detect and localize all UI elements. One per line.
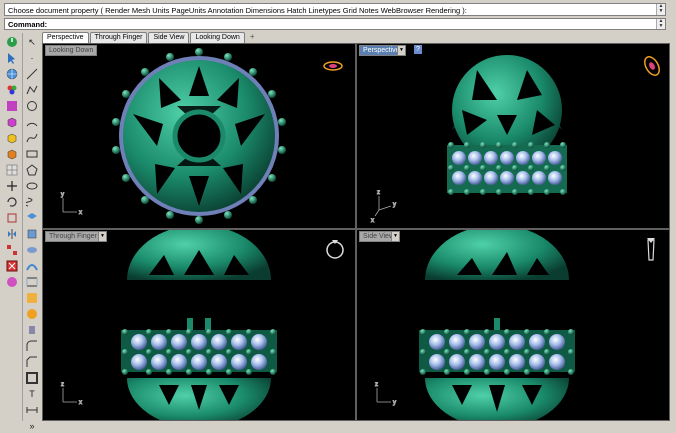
tab-looking-down[interactable]: Looking Down — [190, 32, 245, 43]
viewport-side-view[interactable]: Side View ▼ z y — [356, 229, 670, 421]
dot-icon[interactable]: · — [25, 51, 39, 65]
extrude-icon[interactable] — [25, 227, 39, 241]
line-icon[interactable] — [25, 67, 39, 81]
tab-side-view[interactable]: Side View — [148, 32, 190, 43]
axis-y-label: y — [393, 400, 396, 406]
more-icon[interactable]: » — [25, 419, 39, 433]
box-magenta-icon[interactable] — [5, 99, 19, 113]
cube-yellow-icon[interactable] — [5, 131, 19, 145]
axis-x-label: x — [371, 218, 374, 224]
model-side-view: z y — [375, 230, 655, 420]
loft-icon[interactable] — [25, 275, 39, 289]
axis-z-label: z — [61, 382, 64, 388]
solid-icon[interactable] — [25, 291, 39, 305]
arrow-icon[interactable]: ↖ — [25, 35, 39, 49]
boolean-icon[interactable] — [5, 259, 19, 273]
helix-icon[interactable] — [25, 195, 39, 209]
array-icon[interactable] — [5, 243, 19, 257]
cube-icon[interactable] — [5, 115, 19, 129]
command-scrollbar[interactable]: ▲ ▼ — [656, 19, 665, 29]
axis-x-label: x — [79, 210, 82, 216]
model-top-view: y x — [61, 48, 343, 224]
secondary-toolbar: ↖ · T » — [23, 33, 41, 431]
ellipse-icon[interactable] — [25, 179, 39, 193]
axis-z-label: z — [375, 382, 378, 388]
ring-preview-icon — [644, 56, 660, 76]
text-icon[interactable]: T — [25, 387, 39, 401]
globe-icon[interactable] — [5, 67, 19, 81]
viewport-perspective[interactable]: Perspective ▼ ? z y x — [356, 43, 670, 229]
revolve-icon[interactable] — [25, 243, 39, 257]
curve-icon[interactable] — [25, 131, 39, 145]
power-icon[interactable] — [5, 35, 19, 49]
axis-y-label: y — [61, 192, 64, 198]
move-icon[interactable] — [5, 179, 19, 193]
model-perspective-view: z y x — [371, 55, 660, 225]
dimension-icon[interactable] — [25, 403, 39, 417]
ring-preview-icon — [647, 238, 655, 261]
model-front-view: z x — [61, 230, 344, 420]
ring-preview-icon — [323, 61, 343, 71]
cylinder-icon[interactable] — [25, 323, 39, 337]
shell-icon[interactable] — [25, 371, 39, 385]
axis-y-label: y — [393, 202, 396, 208]
command-history-text: Choose document property ( Render Mesh U… — [8, 6, 467, 15]
polygon-icon[interactable] — [25, 163, 39, 177]
surface-icon[interactable] — [25, 211, 39, 225]
add-tab-icon[interactable]: + — [246, 32, 259, 42]
rectangle-icon[interactable] — [25, 147, 39, 161]
circle-icon[interactable] — [25, 99, 39, 113]
command-label: Command: — [8, 20, 48, 29]
tab-through-finger[interactable]: Through Finger — [89, 32, 148, 43]
viewport-looking-down[interactable]: Looking Down y x — [42, 43, 356, 229]
arc-icon[interactable] — [25, 115, 39, 129]
rotate-icon[interactable] — [5, 195, 19, 209]
command-history: Choose document property ( Render Mesh U… — [4, 3, 666, 16]
cube-orange-icon[interactable] — [5, 147, 19, 161]
mirror-icon[interactable] — [5, 227, 19, 241]
sweep-icon[interactable] — [25, 259, 39, 273]
fillet-icon[interactable] — [25, 339, 39, 353]
axis-x-label: x — [79, 400, 82, 406]
axis-z-label: z — [377, 190, 380, 196]
main-toolbar — [2, 33, 23, 421]
tab-perspective[interactable]: Perspective — [42, 32, 89, 43]
pink-shape-icon[interactable] — [5, 275, 19, 289]
select-icon[interactable] — [5, 51, 19, 65]
chamfer-icon[interactable] — [25, 355, 39, 369]
polyline-icon[interactable] — [25, 83, 39, 97]
history-scrollbar[interactable]: ▲ ▼ — [656, 4, 665, 15]
scale-icon[interactable] — [5, 211, 19, 225]
sphere-icon[interactable] — [25, 307, 39, 321]
viewport-through-finger[interactable]: Through Finger ▼ z x — [42, 229, 356, 421]
viewport-tabs: Perspective Through Finger Side View Loo… — [42, 32, 259, 43]
grid-icon[interactable] — [5, 163, 19, 177]
command-line[interactable]: Command: ▲ ▼ — [4, 18, 666, 30]
ring-preview-icon — [326, 240, 344, 259]
colors-icon[interactable] — [5, 83, 19, 97]
